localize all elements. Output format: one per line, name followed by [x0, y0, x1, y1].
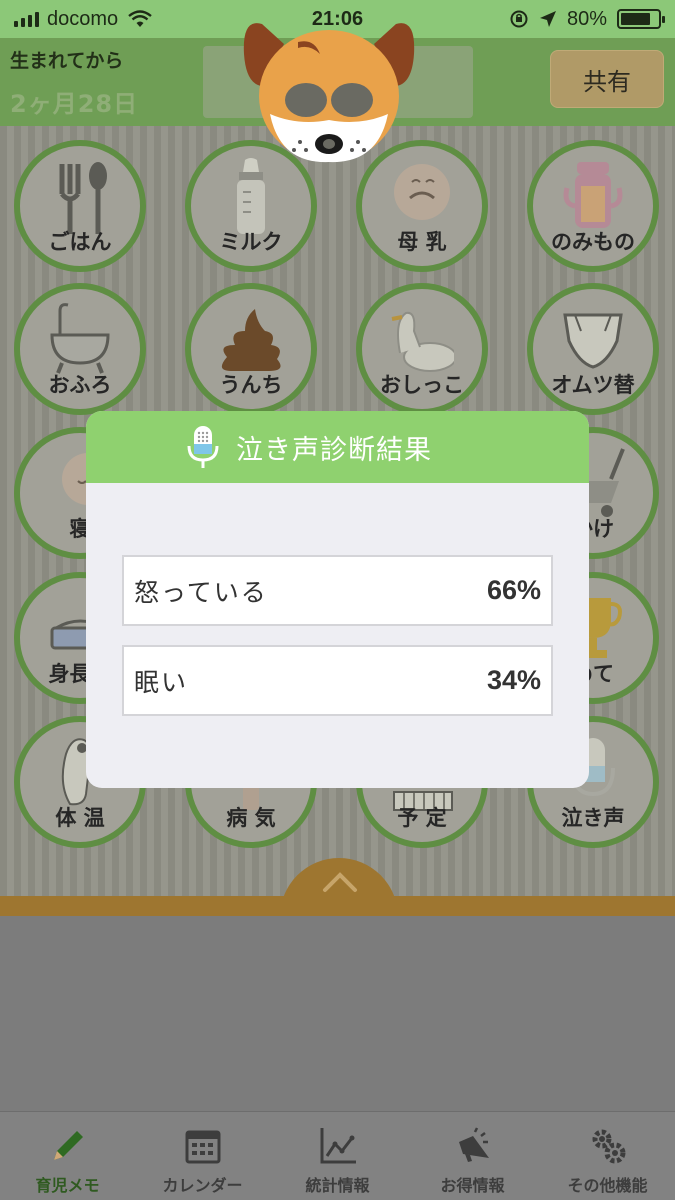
record-button-label: のみもの	[551, 230, 635, 254]
record-button-label: 予 定	[397, 806, 447, 830]
tab-label: お得情報	[440, 1176, 505, 1195]
record-button-label: ごはん	[48, 230, 112, 254]
record-button-label: うんち	[219, 373, 283, 397]
result-label: 眠い	[134, 667, 189, 697]
cry-diagnosis-dialog: 泣き声診断結果 怒っている 66% 眠い 34%	[86, 411, 589, 788]
signal-icon	[14, 11, 39, 27]
record-button-5[interactable]: おふろ	[14, 283, 146, 415]
tab-memo[interactable]: 育児メモ	[0, 1112, 135, 1200]
tab-bar: 育児メモ カレンダー 統計情報 お得情報 その他機能	[0, 1111, 675, 1200]
battery-icon	[617, 9, 665, 29]
record-button-6[interactable]: うんち	[185, 283, 317, 415]
record-button-1[interactable]: ごはん	[14, 140, 146, 272]
record-button-4[interactable]: のみもの	[527, 140, 659, 272]
share-button[interactable]: 共有	[550, 50, 664, 108]
tab-deals[interactable]: お得情報	[405, 1112, 540, 1200]
dog-mask-sticker	[243, 23, 415, 163]
baby-bottle-icon	[237, 158, 265, 234]
nursing-baby-icon	[394, 164, 450, 220]
battery-percent: 80%	[566, 7, 607, 30]
carrier-name: docomo	[47, 7, 119, 30]
microphone-icon	[187, 426, 219, 468]
chevron-up-icon[interactable]	[322, 870, 358, 894]
memo-list-area	[0, 916, 675, 1111]
record-button-label: オムツ替	[551, 373, 635, 397]
tab-label: 統計情報	[305, 1176, 370, 1195]
fork-spoon-icon	[59, 162, 107, 234]
dialog-title: 泣き声診断結果	[236, 434, 432, 466]
born-label: 生まれてから	[10, 50, 124, 72]
record-button-7[interactable]: おしっこ	[356, 283, 488, 415]
diaper-icon	[563, 313, 623, 369]
record-button-label: 泣き声	[561, 806, 625, 830]
result-percent: 34%	[486, 665, 541, 695]
poop-icon	[221, 309, 281, 371]
tab-label: 育児メモ	[35, 1176, 100, 1195]
sippy-cup-icon	[563, 162, 623, 228]
record-button-label: 母 乳	[397, 230, 447, 254]
record-button-label: おしっこ	[380, 373, 464, 397]
chart-icon	[320, 1128, 356, 1164]
tab-label: カレンダー	[162, 1176, 243, 1195]
result-row-sleepy: 眠い 34%	[122, 645, 553, 716]
gears-icon	[592, 1129, 625, 1164]
record-button-label: ミルク	[219, 230, 283, 254]
orientation-lock-icon	[510, 10, 528, 28]
drawer-bar	[0, 896, 675, 916]
location-arrow-icon	[539, 11, 556, 27]
dialog-header: 泣き声診断結果	[86, 411, 589, 483]
bathtub-icon	[50, 303, 110, 374]
tab-more[interactable]: その他機能	[540, 1112, 675, 1200]
pencil-icon	[53, 1131, 83, 1160]
record-button-8[interactable]: オムツ替	[527, 283, 659, 415]
record-button-label: おふろ	[48, 373, 112, 397]
record-button-label: 体 温	[55, 806, 105, 830]
megaphone-icon	[458, 1127, 489, 1162]
result-percent: 66%	[486, 575, 541, 605]
wifi-icon	[128, 10, 152, 27]
potty-duck-icon	[391, 311, 454, 372]
tab-label: その他機能	[567, 1176, 648, 1195]
result-label: 怒っている	[134, 577, 268, 607]
record-button-label: 病 気	[226, 806, 276, 830]
tab-stats[interactable]: 統計情報	[270, 1112, 405, 1200]
age-value: 2ヶ月28日	[10, 90, 139, 118]
calendar-icon	[185, 1130, 220, 1164]
result-row-angry: 怒っている 66%	[122, 555, 553, 626]
tab-calendar[interactable]: カレンダー	[135, 1112, 270, 1200]
